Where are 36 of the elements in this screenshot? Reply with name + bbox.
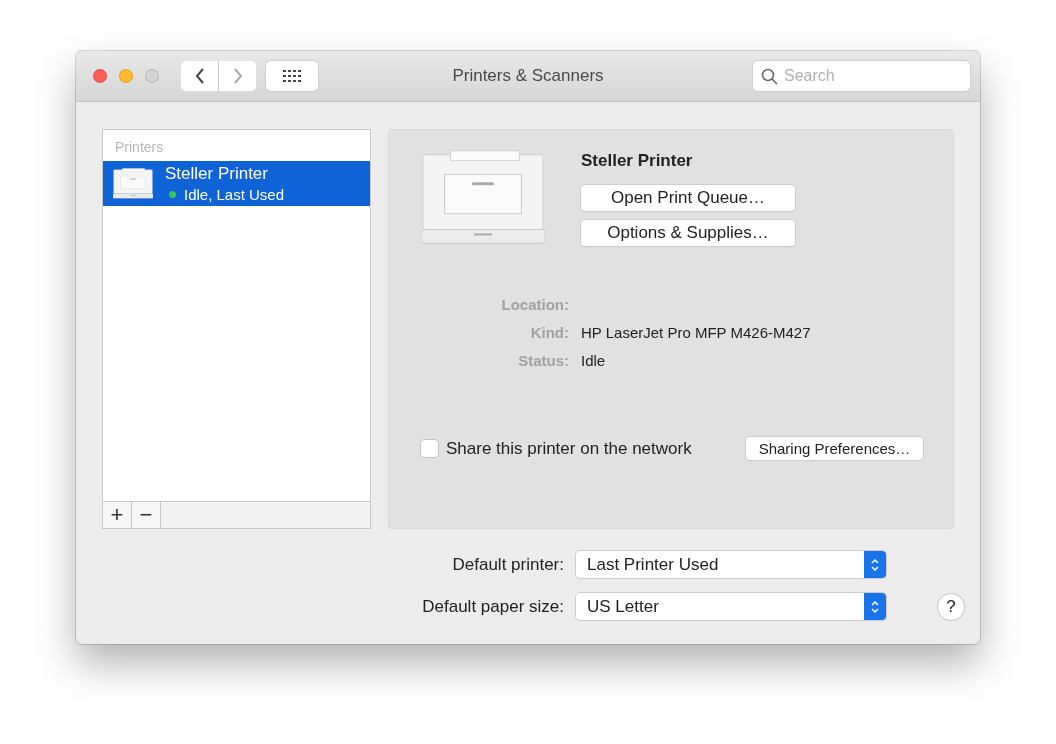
printer-title: Steller Printer	[581, 151, 694, 171]
stepper-icon	[870, 598, 880, 615]
setting-label: Default paper size:	[421, 596, 564, 617]
setting-dropdown[interactable]: Last Printer Used	[576, 551, 886, 578]
search-field[interactable]: Search	[753, 61, 970, 91]
chevron-right-icon	[232, 67, 243, 85]
show-all-button[interactable]	[266, 61, 318, 91]
sharing-preferences-button[interactable]: Sharing Preferences…	[746, 437, 923, 460]
printer-status: Idle, Last Used	[184, 186, 285, 203]
close-button[interactable]	[93, 69, 107, 83]
info-label: Kind:	[529, 324, 569, 341]
list-header: Printers	[114, 138, 165, 157]
action-button[interactable]: Open Print Queue…	[581, 185, 795, 211]
printer-row[interactable]: Steller Printer Idle, Last Used	[103, 161, 370, 206]
stepper-icon	[870, 556, 880, 573]
share-checkbox[interactable]	[421, 440, 438, 457]
action-button[interactable]: Options & Supplies…	[581, 220, 795, 246]
window-title: Printers & Scanners	[452, 66, 604, 85]
remove-button[interactable]: −	[132, 502, 161, 528]
printer-name: Steller Printer	[165, 164, 269, 184]
setting-dropdown[interactable]: US Letter	[576, 593, 886, 620]
search-icon	[761, 68, 778, 85]
info-label: Location:	[500, 296, 569, 313]
zoom-button[interactable]	[145, 69, 159, 83]
info-value: HP LaserJet Pro MFP M426-M427	[581, 324, 812, 341]
back-button[interactable]	[181, 61, 218, 91]
grid-icon	[283, 70, 301, 82]
minimize-button[interactable]	[119, 69, 133, 83]
add-button[interactable]: +	[103, 502, 132, 528]
chevron-left-icon	[194, 67, 205, 85]
help-button[interactable]: ?	[938, 593, 964, 620]
setting-label: Default printer:	[451, 554, 564, 575]
info-label: Status:	[517, 352, 569, 369]
printer-icon	[113, 167, 153, 200]
info-value: Idle	[581, 352, 607, 369]
share-label: Share this printer on the network	[446, 438, 692, 459]
